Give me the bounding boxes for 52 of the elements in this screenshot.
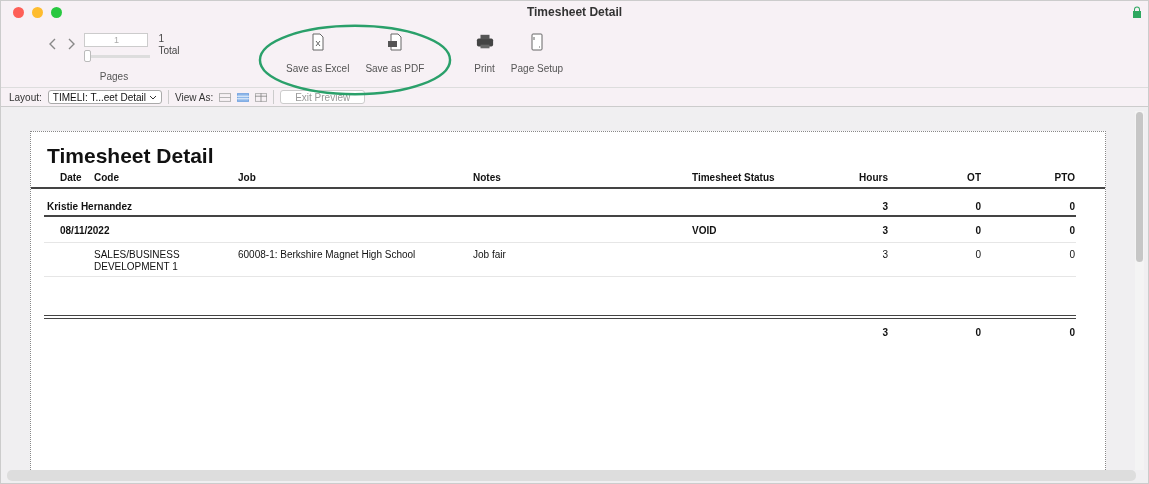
table-cell-text: 0 (1068, 201, 1075, 212)
table-view-icon[interactable] (255, 92, 268, 102)
column-header: Notes (473, 172, 502, 183)
view-as-label: View As: (175, 91, 214, 103)
table-cell-text: 3 (881, 249, 888, 260)
zoom-button[interactable] (51, 6, 62, 18)
pages-label: Pages (99, 71, 129, 82)
layout-dropdown[interactable]: TIMELI: T...eet Detail (47, 90, 162, 104)
list-view-icon[interactable] (237, 92, 250, 102)
column-header: OT (966, 172, 981, 183)
printer-icon (475, 33, 494, 51)
column-header: Timesheet Status (692, 172, 776, 183)
layout-label: Layout: (9, 91, 42, 103)
employee-name: Kristie Hernandez (47, 201, 134, 212)
total-cell-text: 3 (881, 327, 888, 338)
save-as-pdf-button[interactable]: Save as PDF (362, 33, 428, 74)
total-label: Total (158, 45, 180, 57)
column-header: Code (94, 172, 120, 183)
table-cell-text: 0 (974, 249, 981, 260)
table-cell-text: 3 (881, 201, 888, 212)
chevron-down-icon (149, 94, 157, 100)
lock-icon (1132, 6, 1142, 18)
report-title: Timesheet Detail (47, 144, 215, 168)
total-cell-text: 0 (974, 327, 981, 338)
table-cell-text: Job fair (473, 249, 507, 260)
form-view-icon[interactable] (219, 92, 232, 102)
column-header: PTO (1053, 172, 1075, 183)
date-cell-text: 08/11/2022 (60, 225, 111, 236)
table-cell-text: 0 (1068, 249, 1075, 260)
table-cell-text: SALES/BUSINESS DEVELOPMENT 1 (94, 249, 181, 273)
minimize-button[interactable] (32, 6, 43, 18)
column-header: Date (60, 172, 83, 183)
vertical-scrollbar[interactable] (1135, 111, 1144, 470)
column-header: Hours (858, 172, 888, 183)
table-cell-text: 3 (881, 225, 888, 236)
horizontal-scrollbar[interactable] (7, 470, 1136, 481)
column-header: Job (238, 172, 257, 183)
table-cell-text: 0 (974, 225, 981, 236)
table-cell-text: VOID (692, 225, 718, 236)
page-setup-button[interactable]: Page Setup (507, 33, 567, 74)
close-button[interactable] (13, 6, 24, 18)
page-icon (528, 33, 546, 51)
total-cell-text: 0 (1068, 327, 1075, 338)
total-count: 1 (158, 33, 165, 45)
table-cell-text: 0 (1068, 225, 1075, 236)
next-page-icon[interactable] (66, 37, 77, 51)
save-as-excel-button[interactable]: Save as Excel (283, 33, 353, 74)
pdf-file-icon (385, 33, 404, 51)
table-cell-text: 60008-1: Berkshire Magnet High School (238, 249, 417, 260)
window-title: Timesheet Detail (526, 5, 623, 19)
table-cell-text: 0 (974, 201, 981, 212)
print-button[interactable]: Print (471, 33, 498, 74)
